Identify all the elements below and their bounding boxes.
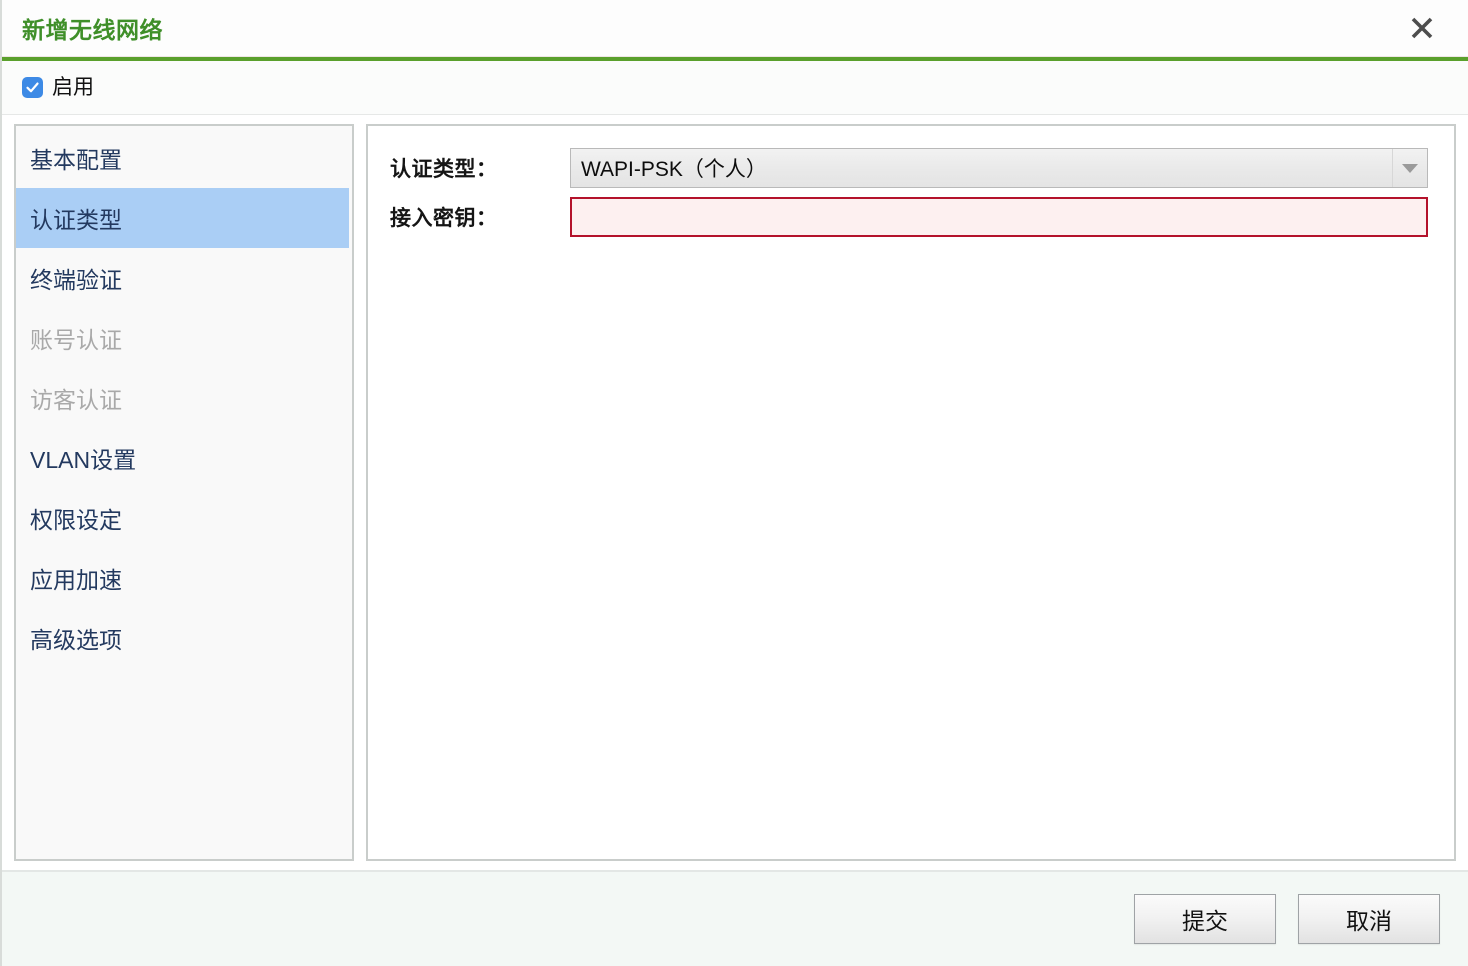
auth-type-panel: 认证类型： WAPI-PSK（个人） 接入密钥： — [366, 124, 1456, 861]
sidebar-item-basic-config[interactable]: 基本配置 — [16, 128, 349, 188]
sidebar-item-terminal-verification[interactable]: 终端验证 — [16, 248, 349, 308]
settings-sidebar: 基本配置 认证类型 终端验证 账号认证 访客认证 VLAN设置 权限设定 应用加… — [14, 124, 354, 861]
sidebar-item-permission-settings[interactable]: 权限设定 — [16, 488, 349, 548]
sidebar-item-label: 高级选项 — [30, 627, 122, 653]
enable-label: 启用 — [52, 76, 94, 99]
enable-row: 启用 — [2, 61, 1468, 115]
cancel-button[interactable]: 取消 — [1298, 894, 1440, 944]
sidebar-item-account-auth: 账号认证 — [16, 308, 349, 368]
add-wireless-network-dialog: 新增无线网络 启用 基本配置 认证类型 终端验证 账号认证 访客认证 VLAN设… — [0, 0, 1468, 966]
close-icon[interactable] — [1404, 10, 1440, 46]
sidebar-item-app-acceleration[interactable]: 应用加速 — [16, 548, 349, 608]
auth-type-select[interactable]: WAPI-PSK（个人） — [570, 148, 1428, 188]
sidebar-item-auth-type[interactable]: 认证类型 — [16, 188, 349, 248]
submit-button[interactable]: 提交 — [1134, 894, 1276, 944]
auth-type-field-wrap: WAPI-PSK（个人） — [570, 148, 1428, 188]
auth-type-row: 认证类型： WAPI-PSK（个人） — [390, 148, 1428, 188]
dialog-titlebar: 新增无线网络 — [2, 0, 1468, 56]
auth-type-label: 认证类型： — [390, 158, 498, 181]
chevron-down-icon[interactable] — [1392, 149, 1427, 187]
sidebar-item-label: 账号认证 — [30, 327, 122, 353]
dialog-footer: 提交 取消 — [2, 870, 1468, 966]
sidebar-item-label: 访客认证 — [30, 387, 122, 413]
psk-row: 接入密钥： — [390, 197, 1428, 237]
sidebar-item-label: 认证类型 — [30, 207, 122, 233]
sidebar-item-label: 应用加速 — [30, 567, 122, 593]
sidebar-item-guest-auth: 访客认证 — [16, 368, 349, 428]
sidebar-item-advanced-options[interactable]: 高级选项 — [16, 608, 349, 668]
dialog-body: 基本配置 认证类型 终端验证 账号认证 访客认证 VLAN设置 权限设定 应用加… — [2, 115, 1468, 861]
enable-checkbox[interactable] — [22, 77, 43, 98]
sidebar-item-label: VLAN设置 — [30, 447, 137, 473]
dialog-title: 新增无线网络 — [22, 17, 163, 43]
auth-type-selected-value: WAPI-PSK（个人） — [581, 158, 767, 181]
sidebar-item-label: 终端验证 — [30, 267, 122, 293]
sidebar-item-vlan-settings[interactable]: VLAN设置 — [16, 428, 349, 488]
sidebar-item-label: 权限设定 — [30, 507, 122, 533]
psk-input[interactable] — [570, 197, 1428, 237]
psk-field-wrap — [570, 197, 1428, 237]
sidebar-item-label: 基本配置 — [30, 147, 122, 173]
psk-label: 接入密钥： — [390, 207, 498, 230]
